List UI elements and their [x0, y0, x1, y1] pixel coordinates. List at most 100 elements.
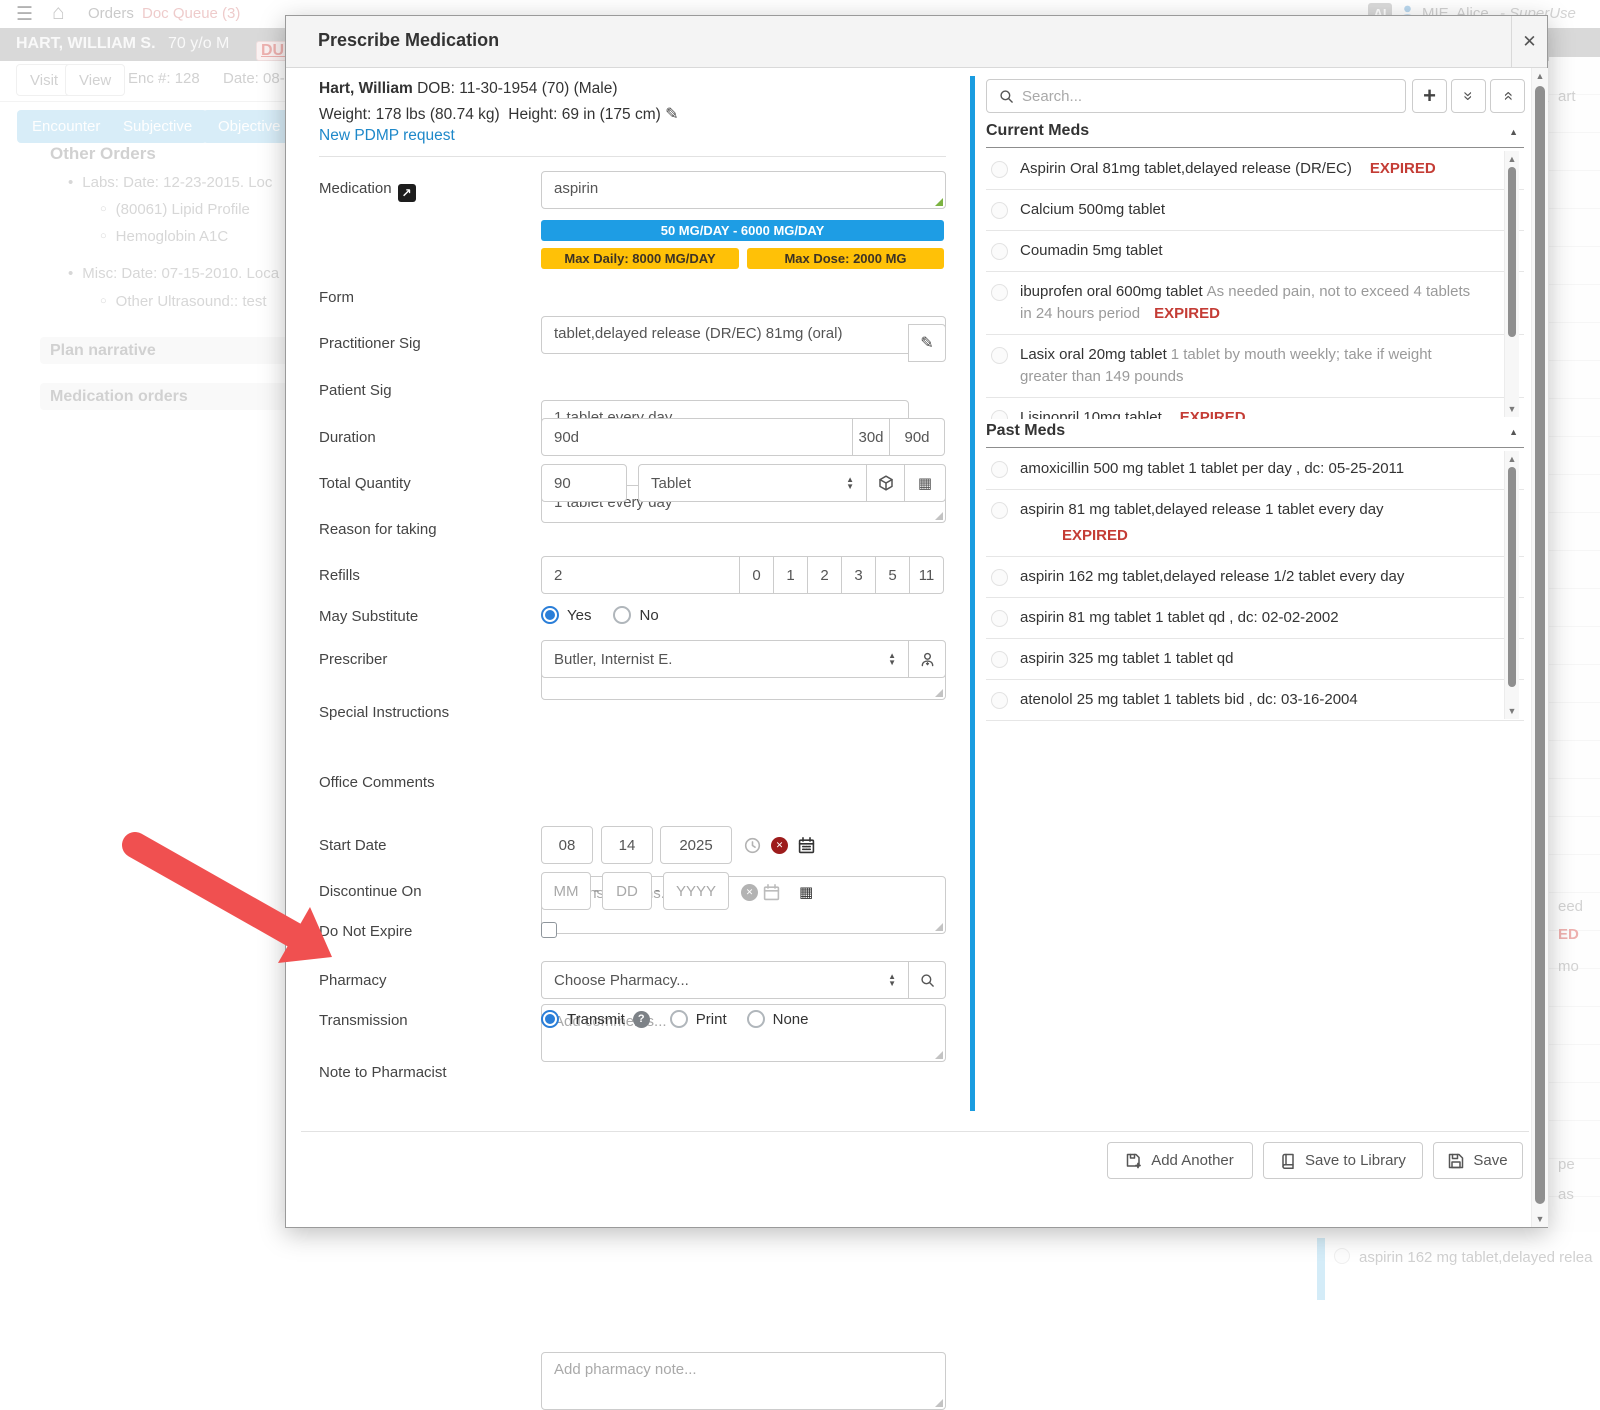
refill-quick-button[interactable]: 2 [807, 556, 842, 594]
current-med-row[interactable]: Lisinopril 10mg tabletEXPIRED [986, 398, 1524, 419]
refill-quick-button[interactable]: 0 [739, 556, 774, 594]
expired-badge: EXPIRED [1154, 305, 1220, 322]
meds-search-input[interactable]: Search... [986, 79, 1406, 113]
med-name: Coumadin 5mg tablet [1020, 242, 1163, 259]
current-med-row[interactable]: Aspirin Oral 81mg tablet,delayed release… [986, 149, 1524, 190]
edit-sig-button[interactable]: ✎ [908, 324, 946, 362]
dc-year-input[interactable]: YYYY [663, 872, 729, 910]
package-lookup-button[interactable] [866, 464, 905, 502]
scrollbar-thumb[interactable] [1508, 167, 1516, 337]
calendar-icon[interactable] [763, 884, 780, 901]
start-year-input[interactable]: 2025 [660, 826, 732, 864]
resize-handle[interactable] [935, 689, 943, 697]
refills-quick-buttons: 0123511 [740, 556, 944, 594]
date-separator: - [655, 882, 660, 899]
discontinue-label: Discontinue On [319, 883, 422, 900]
current-med-row[interactable]: Calcium 500mg tablet [986, 190, 1524, 231]
none-radio[interactable] [747, 1010, 765, 1028]
do-not-expire-checkbox[interactable] [541, 922, 557, 938]
pharmacy-note-input[interactable]: Add pharmacy note... [541, 1352, 946, 1410]
form-input[interactable]: tablet,delayed release (DR/EC) 81mg (ora… [541, 316, 946, 354]
past-med-row[interactable]: aspirin 81 mg tablet,delayed release 1 t… [986, 490, 1524, 557]
dose-range-badge: 50 MG/DAY - 6000 MG/DAY [541, 220, 944, 241]
current-med-row[interactable]: ibuprofen oral 600mg tabletAs needed pai… [986, 272, 1524, 335]
past-med-row[interactable]: amoxicillin 500 mg tablet 1 tablet per d… [986, 449, 1524, 490]
transmit-radio[interactable] [541, 1010, 559, 1028]
scroll-up-icon[interactable]: ▲ [1532, 71, 1548, 81]
start-day-input[interactable]: 14 [601, 826, 653, 864]
clear-dc-date-icon[interactable]: ✕ [741, 884, 758, 901]
refill-quick-button[interactable]: 1 [773, 556, 808, 594]
resize-handle[interactable] [935, 198, 943, 206]
collapse-caret-icon[interactable]: ▲ [1509, 427, 1518, 437]
quantity-input[interactable]: 90 [541, 464, 627, 502]
help-question-icon[interactable]: ? [633, 1011, 650, 1028]
refill-quick-button[interactable]: 5 [875, 556, 910, 594]
max-dose-badge: Max Dose: 2000 MG [747, 248, 944, 269]
duration-30d-button[interactable]: 30d [852, 418, 890, 456]
edit-vitals-pencil-icon[interactable]: ✎ [665, 106, 678, 123]
practitioner-sig-label: Practitioner Sig [319, 335, 421, 352]
past-meds-header[interactable]: Past Meds ▲ [986, 422, 1524, 448]
scrollbar-thumb[interactable] [1535, 86, 1545, 1204]
start-month-input[interactable]: 08 [541, 826, 593, 864]
date-calculator-icon[interactable]: ▦ [799, 883, 813, 901]
scrollbar-thumb[interactable] [1508, 467, 1516, 687]
past-med-row[interactable]: aspirin 162 mg tablet,delayed release 1/… [986, 557, 1524, 598]
expand-all-button[interactable]: » [1490, 79, 1525, 113]
close-icon[interactable]: ✕ [1511, 16, 1547, 67]
current-meds-scrollbar[interactable]: ▲ ▼ [1504, 151, 1519, 417]
pharmacy-search-button[interactable] [908, 961, 946, 999]
duration-input[interactable]: 90d [541, 418, 854, 456]
patient-name: Hart, William [319, 80, 413, 97]
refill-quick-button[interactable]: 3 [841, 556, 876, 594]
resize-handle[interactable] [935, 512, 943, 520]
clock-icon[interactable] [744, 837, 761, 854]
resize-handle[interactable] [935, 1051, 943, 1059]
scroll-down-icon[interactable]: ▼ [1532, 1214, 1548, 1224]
scroll-down-icon[interactable]: ▼ [1505, 706, 1519, 716]
past-meds-scrollbar[interactable]: ▲ ▼ [1504, 451, 1519, 719]
past-med-row[interactable]: aspirin 81 mg tablet 1 tablet qd , dc: 0… [986, 598, 1524, 639]
pharmacy-select[interactable]: Choose Pharmacy... ▲▼ [541, 961, 909, 999]
transmission-options: Transmit ? Print None [541, 1010, 808, 1028]
quantity-unit-select[interactable]: Tablet ▲▼ [638, 464, 867, 502]
resize-handle[interactable] [935, 923, 943, 931]
refill-quick-button[interactable]: 11 [909, 556, 944, 594]
past-med-row[interactable]: aspirin 325 mg tablet 1 tablet qd [986, 639, 1524, 680]
modal-scrollbar[interactable]: ▲ ▼ [1531, 68, 1548, 1227]
print-radio[interactable] [670, 1010, 688, 1028]
med-bullet-icon [991, 161, 1008, 178]
save-to-library-button[interactable]: Save to Library [1263, 1142, 1423, 1179]
collapse-all-button[interactable]: » [1451, 79, 1486, 113]
clear-start-date-icon[interactable]: ✕ [771, 837, 788, 854]
current-med-row[interactable]: Lasix oral 20mg tablet1 tablet by mouth … [986, 335, 1524, 398]
total-quantity-label: Total Quantity [319, 475, 411, 492]
add-medication-button[interactable]: + [1412, 79, 1447, 113]
resize-handle[interactable] [935, 1399, 943, 1407]
scroll-down-icon[interactable]: ▼ [1505, 404, 1519, 414]
current-med-row[interactable]: Coumadin 5mg tablet [986, 231, 1524, 272]
new-pdmp-request-link[interactable]: New PDMP request [319, 127, 455, 144]
prescriber-select[interactable]: Butler, Internist E. ▲▼ [541, 640, 909, 678]
add-another-button[interactable]: Add Another [1107, 1142, 1253, 1179]
substitute-yes-radio[interactable] [541, 606, 559, 624]
dc-day-input[interactable]: DD [602, 872, 652, 910]
collapse-caret-icon[interactable]: ▲ [1509, 127, 1518, 137]
save-button[interactable]: Save [1433, 1142, 1523, 1179]
quantity-calculator-button[interactable]: ▦ [904, 464, 946, 502]
medication-input[interactable]: aspirin [541, 171, 946, 209]
med-bullet-icon [991, 284, 1008, 301]
current-meds-header[interactable]: Current Meds ▲ [986, 122, 1524, 148]
past-med-row[interactable]: atenolol 25 mg tablet 1 tablets bid , dc… [986, 680, 1524, 721]
dc-month-input[interactable]: MM [541, 872, 591, 910]
prescriber-lookup-button[interactable] [908, 640, 946, 678]
external-link-icon[interactable]: ↗ [398, 184, 416, 202]
duration-90d-button[interactable]: 90d [889, 418, 945, 456]
calendar-icon[interactable] [798, 837, 815, 854]
med-bullet-icon [991, 692, 1008, 709]
refills-input[interactable]: 2 [541, 556, 741, 594]
scroll-up-icon[interactable]: ▲ [1505, 154, 1519, 164]
substitute-no-radio[interactable] [613, 606, 631, 624]
scroll-up-icon[interactable]: ▲ [1505, 454, 1519, 464]
